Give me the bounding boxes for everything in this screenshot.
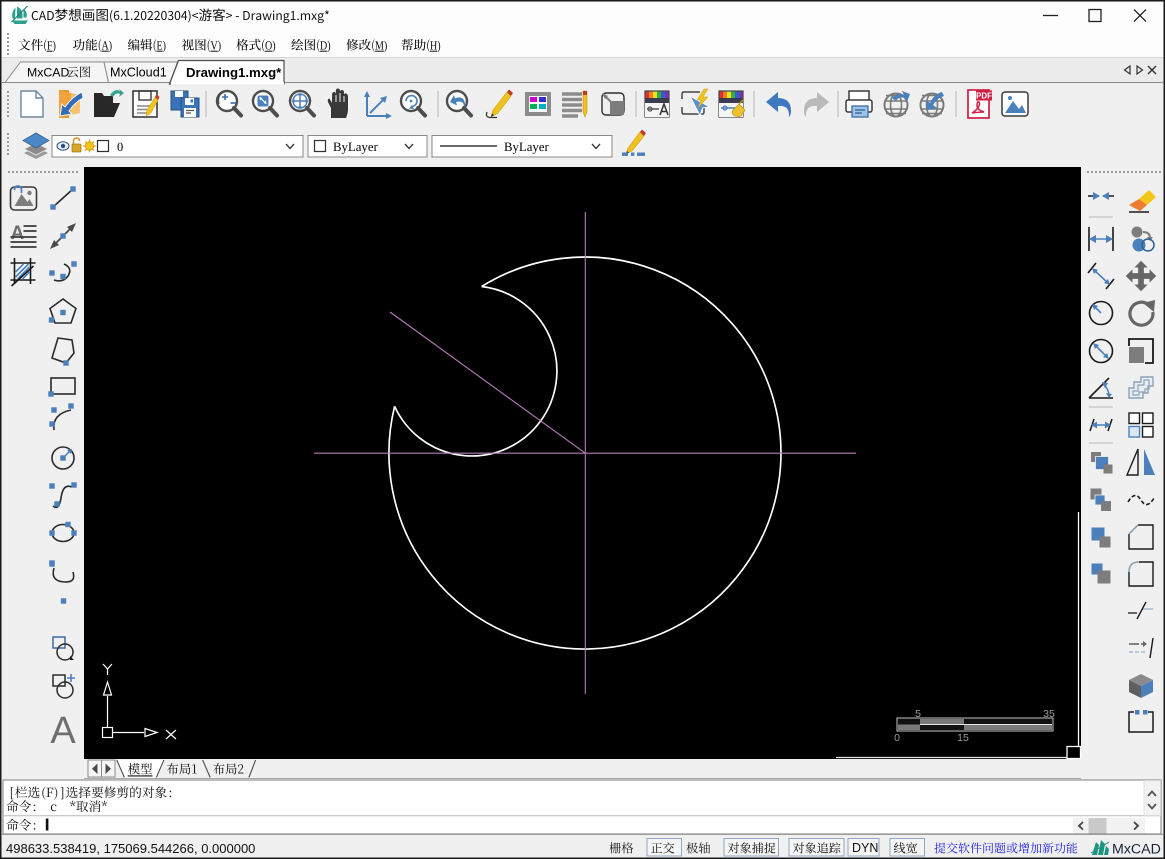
svg-text:MxCloud1: MxCloud1 (110, 66, 167, 80)
svg-text:0: 0 (894, 732, 900, 744)
svg-text:15: 15 (957, 732, 969, 744)
svg-text:MxCAD: MxCAD (1112, 842, 1161, 858)
svg-text:498633.538419, 175069.544266,: 498633.538419, 175069.544266, 0.000000 (6, 841, 255, 856)
svg-text:Drawing1.mxg*: Drawing1.mxg* (186, 65, 282, 80)
svg-text:PDF: PDF (976, 92, 992, 101)
svg-text:A: A (11, 223, 25, 244)
svg-text:MxCAD: MxCAD (27, 66, 69, 80)
svg-text:5: 5 (915, 708, 921, 720)
svg-text:A: A (50, 710, 76, 752)
svg-text:35: 35 (1043, 708, 1055, 720)
svg-text:DYN: DYN (852, 841, 878, 855)
